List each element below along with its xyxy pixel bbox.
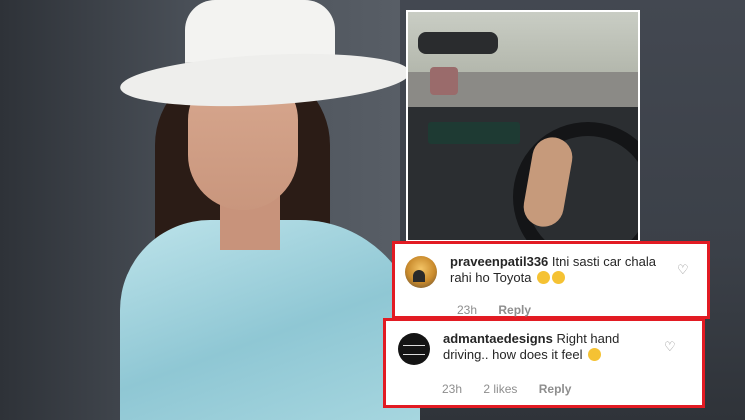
scene: praveenpatil336 Itni sasti car chala rah… bbox=[0, 0, 745, 420]
comment-username[interactable]: praveenpatil336 bbox=[450, 254, 548, 269]
heart-icon[interactable]: ♡ bbox=[677, 263, 691, 277]
blue-dress bbox=[120, 220, 420, 420]
car-ahead bbox=[430, 67, 458, 95]
avatar-silhouette bbox=[413, 270, 425, 282]
comment-text-block: praveenpatil336 Itni sasti car chala rah… bbox=[450, 254, 670, 286]
car-interior-photo bbox=[406, 10, 640, 242]
dashboard-display bbox=[428, 122, 520, 144]
comment-time: 23h bbox=[457, 303, 478, 317]
avatar[interactable] bbox=[405, 256, 437, 288]
rearview-mirror bbox=[418, 32, 498, 54]
avatar[interactable] bbox=[398, 333, 430, 365]
comment-card-1: praveenpatil336 Itni sasti car chala rah… bbox=[392, 241, 710, 319]
disappointed-face-icon bbox=[537, 271, 551, 284]
smiling-face-icon bbox=[588, 348, 602, 361]
comment-time: 23h bbox=[442, 382, 463, 396]
avatar-logo bbox=[403, 345, 425, 355]
comment-likes[interactable]: 2 likes bbox=[483, 382, 517, 396]
heart-icon[interactable]: ♡ bbox=[664, 340, 678, 354]
comment-meta: 23h Reply bbox=[457, 303, 549, 317]
reply-button[interactable]: Reply bbox=[498, 303, 531, 317]
comment-text-block: admantaedesigns Right hand driving.. how… bbox=[443, 331, 663, 363]
comment-username[interactable]: admantaedesigns bbox=[443, 331, 553, 346]
reply-button[interactable]: Reply bbox=[539, 382, 572, 396]
disappointed-face-icon bbox=[552, 271, 566, 284]
comment-card-2: admantaedesigns Right hand driving.. how… bbox=[383, 318, 705, 408]
comment-meta: 23h 2 likes Reply bbox=[442, 382, 589, 396]
hat-brim bbox=[118, 47, 412, 113]
woman-in-white-hat bbox=[118, 0, 420, 420]
